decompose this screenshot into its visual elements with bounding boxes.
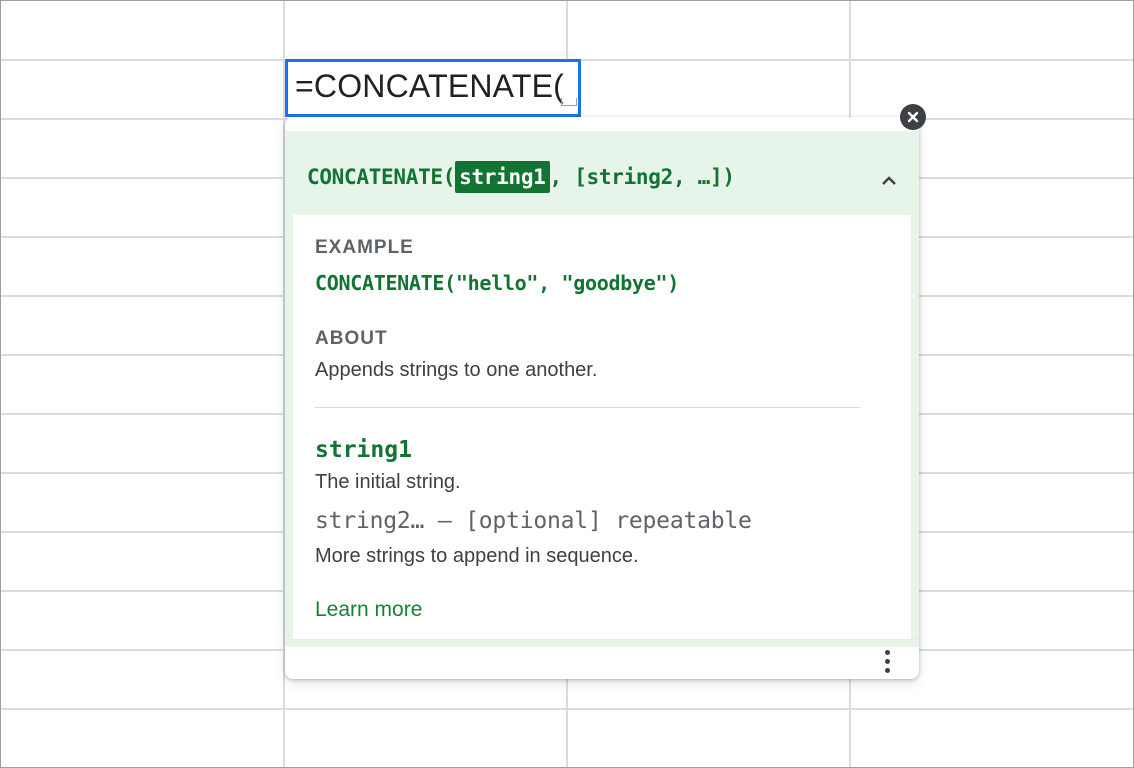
about-label: ABOUT — [315, 328, 388, 349]
param-string1-name: string1 — [315, 437, 412, 463]
more-dot — [884, 649, 890, 655]
example-label: EXAMPLE — [315, 237, 414, 258]
function-signature: CONCATENATE(string1, [string2, …]) — [307, 161, 735, 193]
function-signature-header[interactable]: CONCATENATE(string1, [string2, …]) — [285, 131, 919, 215]
function-help-body: EXAMPLE CONCATENATE("hello", "goodbye") … — [285, 215, 919, 647]
about-text: Appends strings to one another. — [315, 359, 598, 381]
more-dot — [884, 658, 890, 664]
signature-active-param: string1 — [455, 161, 550, 193]
formula-text[interactable]: =CONCATENATE( — [295, 68, 564, 105]
formula-help-popup: CONCATENATE(string1, [string2, …]) EXAMP… — [285, 117, 919, 679]
signature-function-name: CONCATENATE( — [307, 165, 456, 189]
spreadsheet-frame: =CONCATENATE( CONCATENATE(string1, [stri… — [0, 0, 1134, 768]
row-divider — [1, 708, 1133, 710]
section-divider — [315, 407, 860, 408]
close-icon[interactable] — [900, 104, 926, 130]
space-marker-icon — [561, 98, 577, 106]
example-code: CONCATENATE("hello", "goodbye") — [315, 271, 679, 295]
popup-footer — [285, 639, 919, 680]
signature-remaining-params: , [string2, …]) — [549, 165, 735, 189]
param-string2-description: More strings to append in sequence. — [315, 545, 639, 567]
learn-more-link[interactable]: Learn more — [315, 598, 422, 622]
param-string1-description: The initial string. — [315, 471, 461, 493]
active-cell-editor[interactable]: =CONCATENATE( — [285, 59, 581, 117]
chevron-up-icon[interactable] — [877, 169, 901, 193]
param-string2-name: string2… – [optional] repeatable — [315, 508, 752, 534]
more-dot — [884, 667, 890, 673]
help-content: EXAMPLE CONCATENATE("hello", "goodbye") … — [315, 215, 875, 639]
more-vert-icon[interactable] — [875, 646, 899, 676]
